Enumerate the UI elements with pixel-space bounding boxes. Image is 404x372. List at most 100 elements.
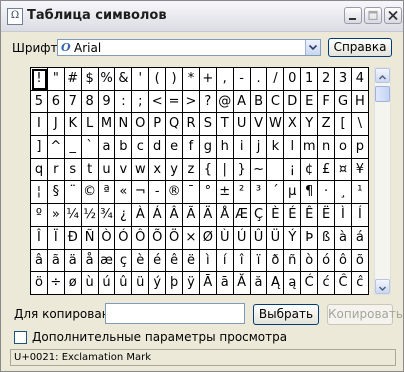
- char-cell[interactable]: â: [31, 249, 48, 273]
- char-cell[interactable]: @: [216, 90, 234, 114]
- char-cell[interactable]: >: [183, 90, 200, 114]
- char-cell[interactable]: ø: [64, 272, 82, 295]
- char-cell[interactable]: ): [166, 68, 184, 91]
- char-cell[interactable]: ą: [284, 272, 302, 295]
- char-cell[interactable]: %: [98, 68, 116, 91]
- char-cell[interactable]: æ: [98, 249, 116, 273]
- char-cell[interactable]: ~: [250, 158, 268, 182]
- char-cell[interactable]: Ñ: [81, 226, 99, 250]
- char-cell[interactable]: î: [233, 249, 251, 273]
- char-cell[interactable]: í: [216, 249, 234, 273]
- char-cell[interactable]: ç: [115, 249, 133, 273]
- char-cell[interactable]: ¯: [183, 181, 200, 205]
- char-cell[interactable]: j: [250, 136, 268, 159]
- char-cell[interactable]: ï: [250, 249, 268, 273]
- char-cell[interactable]: ¤: [335, 158, 352, 182]
- char-cell[interactable]: ×: [183, 226, 200, 250]
- char-cell[interactable]: v: [115, 158, 133, 182]
- advanced-view-checkbox[interactable]: [14, 331, 27, 344]
- char-cell[interactable]: `: [81, 136, 99, 159]
- char-cell[interactable]: ;: [132, 90, 150, 114]
- char-cell[interactable]: Æ: [233, 204, 251, 227]
- char-cell[interactable]: a: [98, 136, 116, 159]
- char-cell[interactable]: ¾: [98, 204, 116, 227]
- char-cell[interactable]: L: [81, 113, 99, 137]
- char-cell[interactable]: 8: [81, 90, 99, 114]
- char-cell[interactable]: Á: [149, 204, 167, 227]
- char-cell[interactable]: û: [115, 272, 133, 295]
- char-cell[interactable]: ]: [31, 136, 48, 159]
- char-cell[interactable]: q: [31, 158, 48, 182]
- char-cell[interactable]: ä: [64, 249, 82, 273]
- char-cell[interactable]: p: [351, 136, 369, 159]
- char-cell[interactable]: Ĉ: [335, 272, 352, 295]
- font-dropdown[interactable]: O Arial: [57, 39, 321, 56]
- char-cell[interactable]: -: [149, 181, 167, 205]
- char-cell[interactable]: .: [250, 68, 268, 91]
- char-cell[interactable]: (: [149, 68, 167, 91]
- char-cell[interactable]: Ð: [64, 226, 82, 250]
- char-cell[interactable]: I: [31, 113, 48, 137]
- char-cell[interactable]: 4: [351, 68, 369, 91]
- char-cell[interactable]: Ï: [47, 226, 65, 250]
- char-cell[interactable]: y: [166, 158, 184, 182]
- char-cell[interactable]: M: [98, 113, 116, 137]
- char-cell[interactable]: X: [284, 113, 302, 137]
- char-cell[interactable]: G: [335, 90, 352, 114]
- char-cell[interactable]: W: [267, 113, 285, 137]
- char-cell[interactable]: ©: [81, 181, 99, 205]
- char-cell[interactable]: -: [233, 68, 251, 91]
- char-cell[interactable]: ă: [250, 272, 268, 295]
- char-cell[interactable]: ÷: [47, 272, 65, 295]
- char-cell[interactable]: n: [318, 136, 336, 159]
- char-cell[interactable]: ¼: [64, 204, 82, 227]
- char-cell[interactable]: m: [301, 136, 319, 159]
- char-cell[interactable]: Ú: [233, 226, 251, 250]
- char-cell[interactable]: i: [233, 136, 251, 159]
- copy-input[interactable]: [105, 303, 245, 324]
- char-cell[interactable]: d: [149, 136, 167, 159]
- char-cell[interactable]: ·: [318, 181, 336, 205]
- char-cell[interactable]: 5: [31, 90, 48, 114]
- help-button[interactable]: Справка: [328, 38, 392, 57]
- char-cell[interactable]: Ë: [318, 204, 336, 227]
- char-cell[interactable]: å: [81, 249, 99, 273]
- char-cell[interactable]: «: [115, 181, 133, 205]
- char-cell[interactable]: !: [31, 68, 48, 91]
- char-cell[interactable]: Ă: [233, 272, 251, 295]
- char-cell[interactable]: #: [64, 68, 82, 91]
- char-cell[interactable]: ®: [166, 181, 184, 205]
- char-cell[interactable]: ¸: [335, 181, 352, 205]
- char-cell[interactable]: P: [149, 113, 167, 137]
- char-cell[interactable]: S: [199, 113, 217, 137]
- char-cell[interactable]: Z: [318, 113, 336, 137]
- chevron-down-icon[interactable]: [305, 40, 320, 55]
- char-cell[interactable]: ð: [267, 249, 285, 273]
- char-cell[interactable]: 3: [335, 68, 352, 91]
- char-cell[interactable]: Í: [351, 204, 369, 227]
- char-cell[interactable]: f: [183, 136, 200, 159]
- char-cell[interactable]: b: [115, 136, 133, 159]
- char-cell[interactable]: Y: [301, 113, 319, 137]
- char-cell[interactable]: Ý: [284, 226, 302, 250]
- char-cell[interactable]: E: [301, 90, 319, 114]
- char-cell[interactable]: Q: [166, 113, 184, 137]
- char-cell[interactable]: ´: [267, 181, 285, 205]
- char-cell[interactable]: ±: [216, 181, 234, 205]
- char-cell[interactable]: e: [166, 136, 184, 159]
- char-cell[interactable]: ¡: [284, 158, 302, 182]
- char-cell[interactable]: Ö: [166, 226, 184, 250]
- char-cell[interactable]: õ: [351, 249, 369, 273]
- char-cell[interactable]: ù: [81, 272, 99, 295]
- char-cell[interactable]: l: [284, 136, 302, 159]
- char-cell[interactable]: {: [199, 158, 217, 182]
- title-bar[interactable]: Ω Таблица символов: [1, 1, 403, 32]
- char-cell[interactable]: Õ: [149, 226, 167, 250]
- char-cell[interactable]: £: [318, 158, 336, 182]
- char-cell[interactable]: º: [31, 204, 48, 227]
- maximize-button[interactable]: [364, 7, 382, 24]
- char-cell[interactable]: ú: [98, 272, 116, 295]
- char-cell[interactable]: ³: [250, 181, 268, 205]
- char-cell[interactable]: =: [166, 90, 184, 114]
- char-cell[interactable]: +: [199, 68, 217, 91]
